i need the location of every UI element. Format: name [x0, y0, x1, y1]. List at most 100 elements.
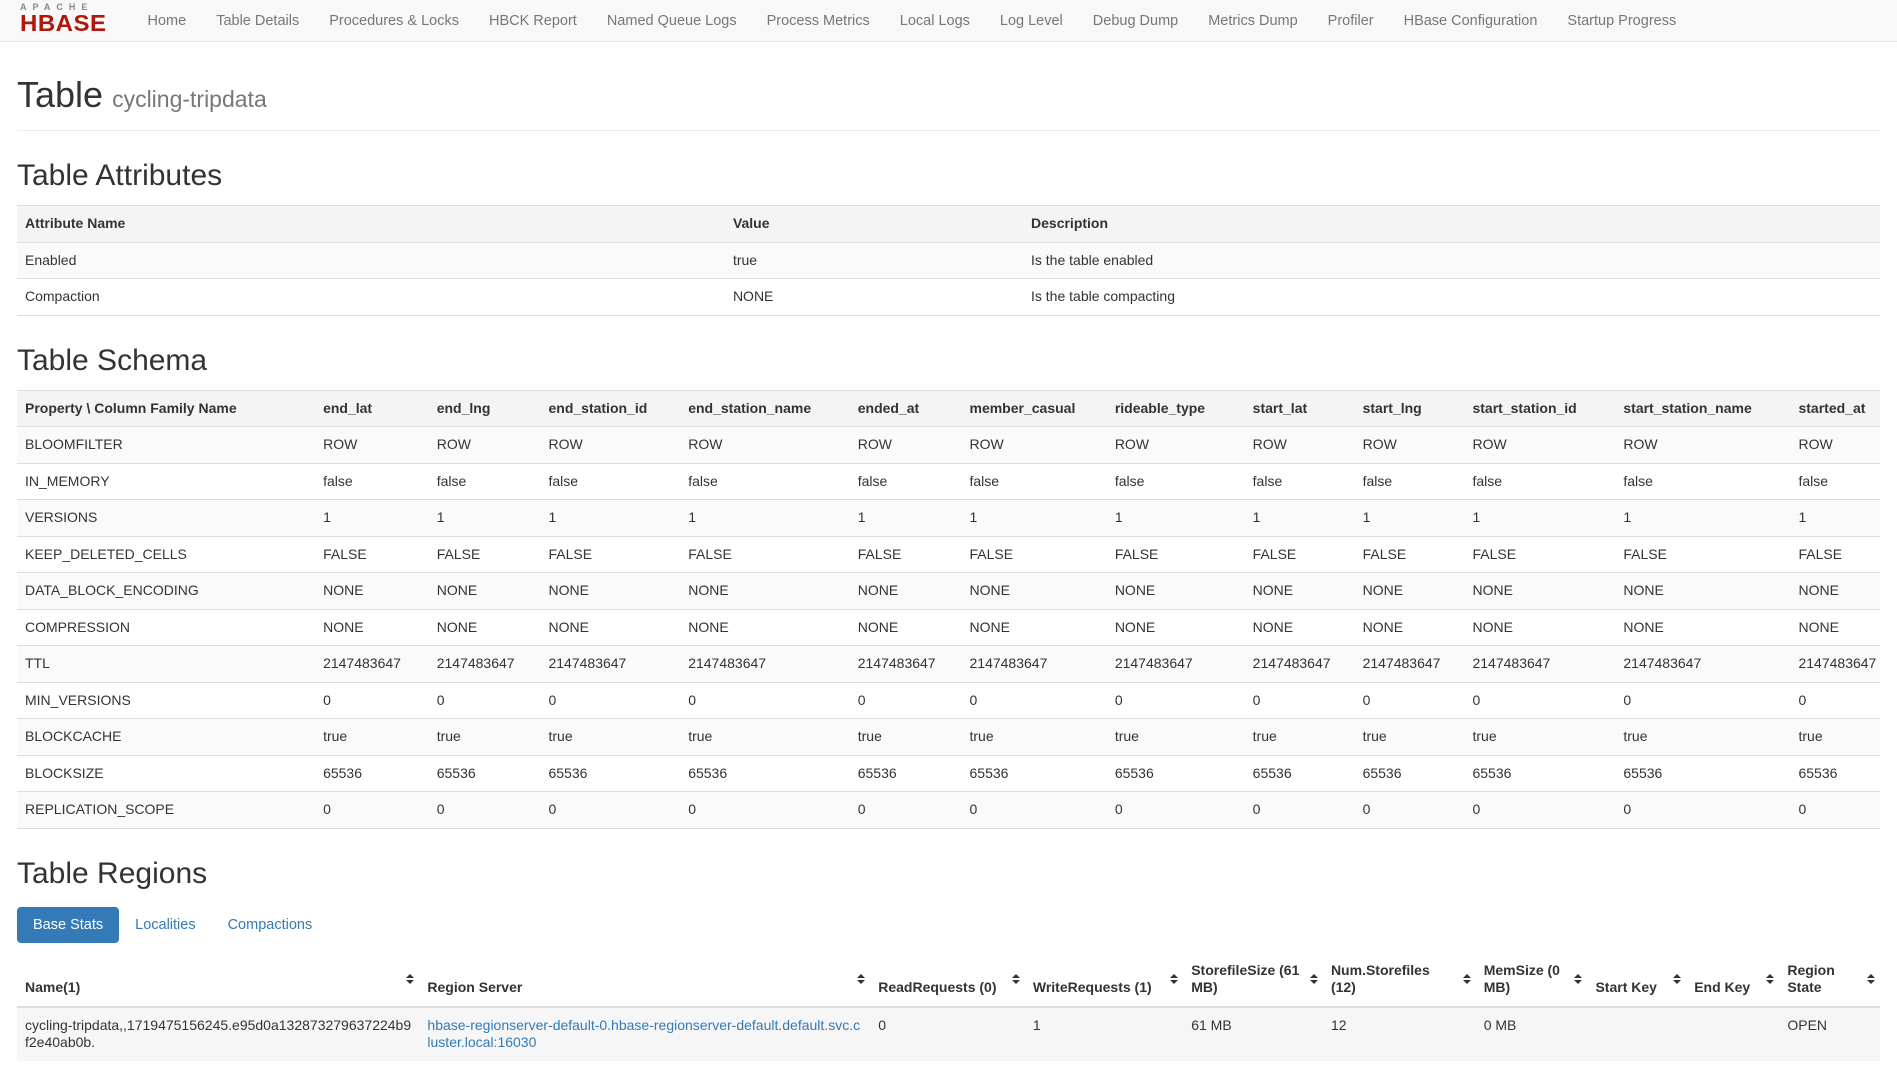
schema-value-cell: 0 [962, 682, 1107, 719]
nav-link[interactable]: HBase Configuration [1389, 1, 1553, 41]
schema-value-cell: 2147483647 [1107, 646, 1245, 683]
schema-value-cell: NONE [850, 573, 962, 610]
schema-family-column-header: start_station_name [1615, 390, 1790, 427]
nav-link[interactable]: Metrics Dump [1193, 1, 1312, 41]
regions-column-header[interactable]: Start Key [1587, 953, 1686, 1007]
nav-link[interactable]: Debug Dump [1078, 1, 1193, 41]
schema-value-cell: 65536 [962, 755, 1107, 792]
schema-value-cell: 1 [429, 500, 541, 537]
schema-value-cell: NONE [1790, 609, 1880, 646]
schema-value-cell: ROW [1355, 427, 1465, 464]
attributes-column-header: Value [725, 206, 1023, 243]
sort-arrows-icon[interactable] [857, 974, 865, 984]
regions-column-header[interactable]: End Key [1686, 953, 1779, 1007]
sort-arrows-icon[interactable] [1310, 974, 1318, 984]
schema-value-cell: 65536 [1464, 755, 1615, 792]
schema-value-cell: ROW [1464, 427, 1615, 464]
schema-value-cell: 0 [1107, 682, 1245, 719]
sort-arrows-icon[interactable] [406, 974, 414, 984]
schema-value-cell: 0 [1464, 792, 1615, 829]
regions-column-header[interactable]: Region State [1779, 953, 1880, 1007]
region-server-link[interactable]: hbase-regionserver-default-0.hbase-regio… [427, 1017, 860, 1051]
schema-value-cell: NONE [1464, 609, 1615, 646]
regions-column-header[interactable]: Num.Storefiles (12) [1323, 953, 1476, 1007]
schema-value-cell: 1 [1615, 500, 1790, 537]
regions-column-header[interactable]: StorefileSize (61 MB) [1183, 953, 1323, 1007]
schema-value-cell: 2147483647 [680, 646, 850, 683]
schema-family-column-header: start_lat [1245, 390, 1355, 427]
regions-column-header[interactable]: Region Server [419, 953, 870, 1007]
nav-link[interactable]: Startup Progress [1552, 1, 1691, 41]
schema-value-cell: NONE [540, 609, 680, 646]
schema-value-cell: false [1464, 463, 1615, 500]
schema-value-cell: 2147483647 [1615, 646, 1790, 683]
sort-arrows-icon[interactable] [1463, 974, 1471, 984]
schema-value-cell: 0 [850, 682, 962, 719]
schema-row: BLOCKSIZE 65536 65536 65536 65536 65536 … [17, 755, 1880, 792]
schema-value-cell: FALSE [540, 536, 680, 573]
sort-arrows-icon[interactable] [1867, 974, 1875, 984]
schema-row: DATA_BLOCK_ENCODING NONE NONE NONE NONE … [17, 573, 1880, 610]
attribute-row: Enabled true Is the table enabled [17, 242, 1880, 279]
sort-arrows-icon[interactable] [1574, 974, 1582, 984]
attribute-description-cell: Is the table compacting [1023, 279, 1880, 316]
nav-link[interactable]: Local Logs [885, 1, 985, 41]
hbase-logo[interactable]: APACHE HBASE [6, 1, 119, 40]
schema-value-cell: ROW [1615, 427, 1790, 464]
nav-link[interactable]: Profiler [1313, 1, 1389, 41]
schema-value-cell: 1 [540, 500, 680, 537]
nav-link[interactable]: HBCK Report [474, 1, 592, 41]
sort-arrows-icon[interactable] [1766, 974, 1774, 984]
regions-column-header[interactable]: Name(1) [17, 953, 419, 1007]
nav-link[interactable]: Home [133, 1, 202, 41]
nav-link[interactable]: Process Metrics [752, 1, 885, 41]
schema-property-cell: IN_MEMORY [17, 463, 315, 500]
schema-value-cell: FALSE [1245, 536, 1355, 573]
regions-tab[interactable]: Base Stats [17, 907, 119, 943]
nav-link[interactable]: Procedures & Locks [314, 1, 474, 41]
regions-tab[interactable]: Compactions [212, 907, 329, 943]
regions-column-label: MemSize (0 MB) [1484, 962, 1560, 996]
page-content: Tablecycling-tripdata Table Attributes A… [0, 74, 1897, 1061]
sort-arrows-icon[interactable] [1170, 974, 1178, 984]
region-startkey-cell [1587, 1007, 1686, 1061]
sort-arrows-icon[interactable] [1673, 974, 1681, 984]
attributes-table: Attribute Name Value Description Enabled… [17, 205, 1880, 316]
schema-value-cell: false [540, 463, 680, 500]
regions-column-header[interactable]: ReadRequests (0) [870, 953, 1025, 1007]
table-name: cycling-tripdata [112, 86, 267, 112]
schema-value-cell: FALSE [680, 536, 850, 573]
nav-link[interactable]: Named Queue Logs [592, 1, 752, 41]
schema-property-cell: REPLICATION_SCOPE [17, 792, 315, 829]
regions-column-header[interactable]: MemSize (0 MB) [1476, 953, 1588, 1007]
schema-value-cell: NONE [1615, 573, 1790, 610]
schema-value-cell: FALSE [1107, 536, 1245, 573]
regions-column-header[interactable]: WriteRequests (1) [1025, 953, 1183, 1007]
sort-arrows-icon[interactable] [1012, 974, 1020, 984]
regions-column-label: Name(1) [25, 979, 80, 995]
regions-column-label: ReadRequests (0) [878, 979, 996, 995]
schema-value-cell: 1 [680, 500, 850, 537]
schema-value-cell: NONE [315, 609, 429, 646]
schema-value-cell: ROW [1790, 427, 1880, 464]
region-readrequests-cell: 0 [870, 1007, 1025, 1061]
schema-value-cell: 2147483647 [850, 646, 962, 683]
regions-table: Name(1) Region Server ReadRequests (0) [17, 953, 1880, 1061]
nav-item: HBCK Report [474, 1, 592, 41]
schema-property-column-header: Property \ Column Family Name [17, 390, 315, 427]
nav-item: Startup Progress [1552, 1, 1691, 41]
regions-column-label: Start Key [1595, 979, 1656, 995]
schema-value-cell: 0 [1355, 792, 1465, 829]
schema-value-cell: 2147483647 [1355, 646, 1465, 683]
schema-row: VERSIONS 1 1 1 1 1 1 1 1 1 1 1 1 [17, 500, 1880, 537]
nav-link[interactable]: Log Level [985, 1, 1078, 41]
nav-link[interactable]: Table Details [201, 1, 314, 41]
schema-value-cell: 0 [1355, 682, 1465, 719]
schema-property-cell: COMPRESSION [17, 609, 315, 646]
schema-value-cell: NONE [1615, 609, 1790, 646]
schema-value-cell: 65536 [315, 755, 429, 792]
regions-tab[interactable]: Localities [119, 907, 211, 943]
schema-value-cell: ROW [315, 427, 429, 464]
schema-value-cell: 2147483647 [1790, 646, 1880, 683]
schema-value-cell: NONE [1790, 573, 1880, 610]
